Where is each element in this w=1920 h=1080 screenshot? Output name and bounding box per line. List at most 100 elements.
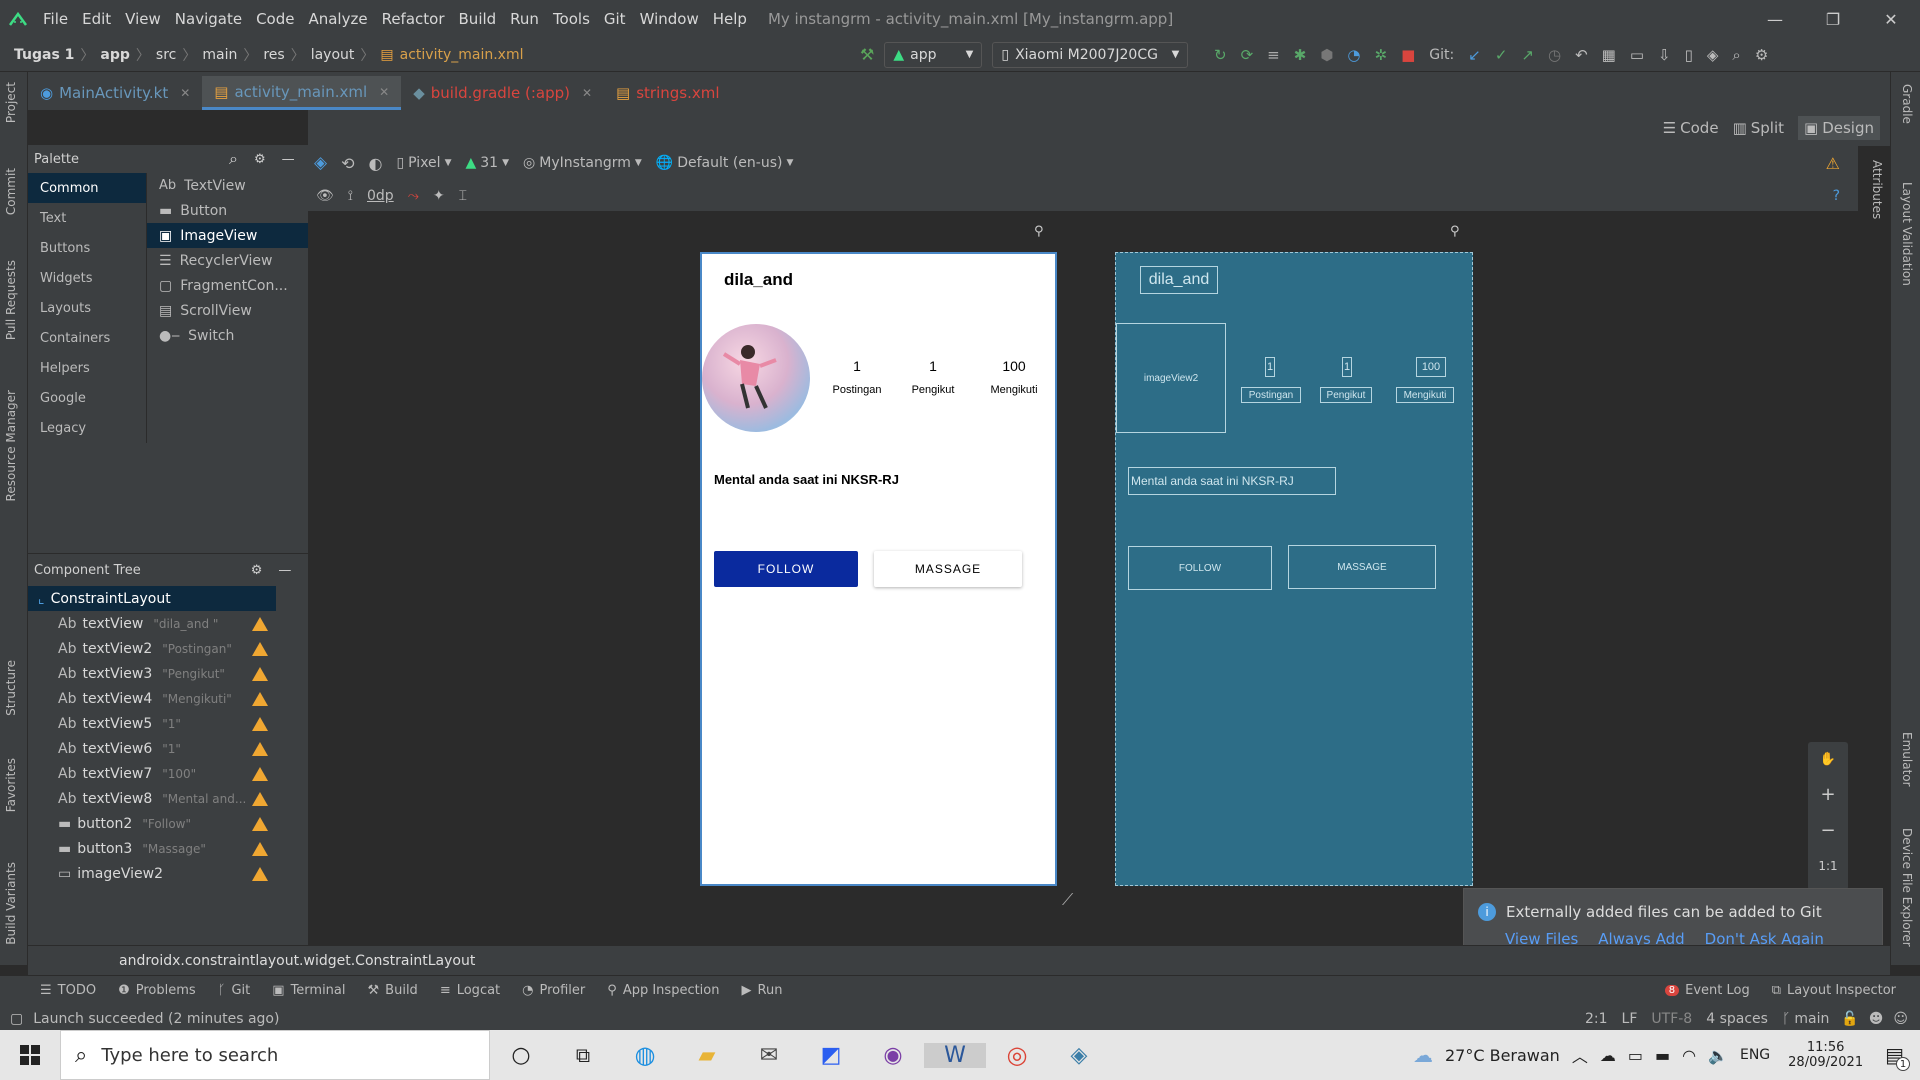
warning-icon[interactable] xyxy=(252,641,268,656)
tab-mainactivity[interactable]: ◉ MainActivity.kt ✕ xyxy=(28,76,202,110)
warning-icon[interactable] xyxy=(252,716,268,731)
github-desktop-icon[interactable]: ◉ xyxy=(862,1043,924,1068)
apply-code-changes-icon[interactable]: ⟳ xyxy=(1241,46,1254,64)
close-icon[interactable]: ✕ xyxy=(1862,0,1920,38)
menu-window[interactable]: Window xyxy=(633,10,706,28)
breadcrumb-res[interactable]: res xyxy=(263,47,284,63)
palette-category-widgets[interactable]: Widgets xyxy=(28,263,146,293)
tab-build-gradle[interactable]: ◆ build.gradle (:app) ✕ xyxy=(401,76,604,110)
breadcrumb-file[interactable]: activity_main.xml xyxy=(400,47,524,63)
code-view-button[interactable]: ☰ Code xyxy=(1663,119,1719,137)
zoom-out-button[interactable]: − xyxy=(1808,812,1848,848)
problems-tool[interactable]: ❶ Problems xyxy=(118,983,196,998)
tree-node-textview[interactable]: Ab textView "dila_and " xyxy=(28,611,276,636)
warning-icon[interactable] xyxy=(252,741,268,756)
clear-constraints-icon[interactable]: ⤳ xyxy=(408,188,419,204)
tree-node-button2[interactable]: ▬ button2 "Follow" xyxy=(28,811,276,836)
chrome-icon[interactable]: ◎ xyxy=(986,1041,1048,1069)
close-tab-icon[interactable]: ✕ xyxy=(379,85,389,99)
palette-category-text[interactable]: Text xyxy=(28,203,146,233)
lock-icon[interactable]: 🔓 xyxy=(1841,1011,1858,1027)
gradle-tool[interactable]: Gradle xyxy=(1900,84,1914,124)
palette-category-google[interactable]: Google xyxy=(28,383,146,413)
theme-dropdown[interactable]: ◎ MyInstangrm ▼ xyxy=(523,155,642,171)
device-file-explorer-tool[interactable]: Device File Explorer xyxy=(1900,828,1914,947)
tree-node-textview3[interactable]: Ab textView3 "Pengikut" xyxy=(28,661,276,686)
apply-changes-icon[interactable]: ↻ xyxy=(1214,46,1227,64)
palette-category-legacy[interactable]: Legacy xyxy=(28,413,146,443)
api-dropdown[interactable]: ▲ 31 ▼ xyxy=(465,155,509,171)
user-icon[interactable]: ☻ xyxy=(1869,1011,1884,1027)
run-tool[interactable]: ▶ Run xyxy=(742,983,783,998)
menu-view[interactable]: View xyxy=(118,10,168,28)
palette-category-containers[interactable]: Containers xyxy=(28,323,146,353)
layers-icon[interactable]: ◈ xyxy=(314,153,327,173)
tree-node-textview7[interactable]: Ab textView7 "100" xyxy=(28,761,276,786)
settings-icon[interactable]: ⚙ xyxy=(1755,46,1768,64)
search-icon[interactable]: ⌕ xyxy=(1732,46,1740,64)
close-tab-icon[interactable]: ✕ xyxy=(582,86,592,100)
assistant-icon[interactable]: ◈ xyxy=(1707,46,1719,64)
status-window-icon[interactable]: ▢ xyxy=(10,1011,23,1027)
layout-validation-tool[interactable]: Layout Validation xyxy=(1900,182,1914,286)
magnet-icon[interactable]: ⟟ xyxy=(348,188,353,204)
palette-category-buttons[interactable]: Buttons xyxy=(28,233,146,263)
cortana-icon[interactable]: ○ xyxy=(490,1043,552,1068)
git-commit-icon[interactable]: ✓ xyxy=(1495,46,1508,64)
menu-code[interactable]: Code xyxy=(249,10,301,28)
gear-icon[interactable]: ⚙ xyxy=(251,563,263,578)
git-branch[interactable]: main xyxy=(1794,1011,1829,1027)
task-view-icon[interactable]: ⧉ xyxy=(552,1043,614,1067)
git-tool[interactable]: ᚴ Git xyxy=(218,983,251,998)
restore-icon[interactable]: ❐ xyxy=(1804,0,1862,38)
split-view-button[interactable]: ▥ Split xyxy=(1733,119,1784,137)
commit-tool[interactable]: Commit xyxy=(4,168,18,215)
gear-icon[interactable]: ⚙ xyxy=(254,152,266,167)
battery-icon[interactable]: ▬ xyxy=(1655,1046,1670,1065)
warning-icon[interactable] xyxy=(252,791,268,806)
warning-icon[interactable] xyxy=(252,766,268,781)
night-mode-icon[interactable]: ◐ xyxy=(368,154,382,173)
warning-icon[interactable] xyxy=(252,866,268,881)
resource-manager-tool[interactable]: Resource Manager xyxy=(4,390,18,501)
favorites-tool[interactable]: Favorites xyxy=(4,758,18,812)
breadcrumb-src[interactable]: src xyxy=(156,47,176,63)
tree-node-imageview2[interactable]: ▭ imageView2 xyxy=(28,861,276,886)
profiler-tool[interactable]: ◔ Profiler xyxy=(522,983,585,998)
device-select[interactable]: ▯ Xiaomi M2007J20CG ▼ xyxy=(992,41,1189,68)
tree-node-textview4[interactable]: Ab textView4 "Mengikuti" xyxy=(28,686,276,711)
edge-icon[interactable]: ◍ xyxy=(614,1041,676,1069)
debug-icon[interactable]: ✱ xyxy=(1294,46,1307,64)
resize-handle-icon[interactable]: ⟋ xyxy=(1062,890,1073,910)
emulator-tool[interactable]: Emulator xyxy=(1900,732,1914,787)
word-icon[interactable]: W xyxy=(924,1042,986,1068)
menu-help[interactable]: Help xyxy=(706,10,754,28)
palette-category-layouts[interactable]: Layouts xyxy=(28,293,146,323)
project-structure-icon[interactable]: ▦ xyxy=(1602,46,1616,64)
menu-lines-icon[interactable]: ≡ xyxy=(1267,46,1280,64)
guidelines-icon[interactable]: ⌶ xyxy=(459,188,467,204)
palette-item-textview[interactable]: Ab TextView xyxy=(147,173,308,198)
tab-activity-main[interactable]: ▤ activity_main.xml ✕ xyxy=(202,76,402,110)
onedrive-icon[interactable]: ☁ xyxy=(1600,1046,1616,1065)
palette-item-imageview[interactable]: ▣ ImageView xyxy=(147,223,308,248)
rollback-icon[interactable]: ↶ xyxy=(1575,46,1588,64)
warning-icon[interactable] xyxy=(252,816,268,831)
git-push-icon[interactable]: ↗ xyxy=(1521,46,1534,64)
breadcrumb-layout[interactable]: layout xyxy=(311,47,355,63)
logcat-tool[interactable]: ≡ Logcat xyxy=(440,983,500,998)
wifi-icon[interactable]: ◠ xyxy=(1682,1046,1696,1065)
language-indicator[interactable]: ENG xyxy=(1740,1047,1770,1063)
event-log-tool[interactable]: 8 Event Log xyxy=(1664,983,1750,998)
warning-icon[interactable] xyxy=(252,841,268,856)
tree-node-textview6[interactable]: Ab textView6 "1" xyxy=(28,736,276,761)
clock[interactable]: 11:56 28/09/2021 xyxy=(1788,1040,1863,1070)
device-dropdown[interactable]: ▯ Pixel ▼ xyxy=(396,155,451,171)
zoom-fit-button[interactable]: 1:1 xyxy=(1808,848,1848,884)
debug-attach-icon[interactable]: ✲ xyxy=(1375,46,1388,64)
breadcrumb-project[interactable]: Tugas 1 xyxy=(14,47,74,63)
file-encoding[interactable]: UTF-8 xyxy=(1651,1011,1692,1027)
menu-tools[interactable]: Tools xyxy=(546,10,597,28)
warning-icon[interactable] xyxy=(252,616,268,631)
mail-icon[interactable]: ✉ xyxy=(738,1043,800,1068)
